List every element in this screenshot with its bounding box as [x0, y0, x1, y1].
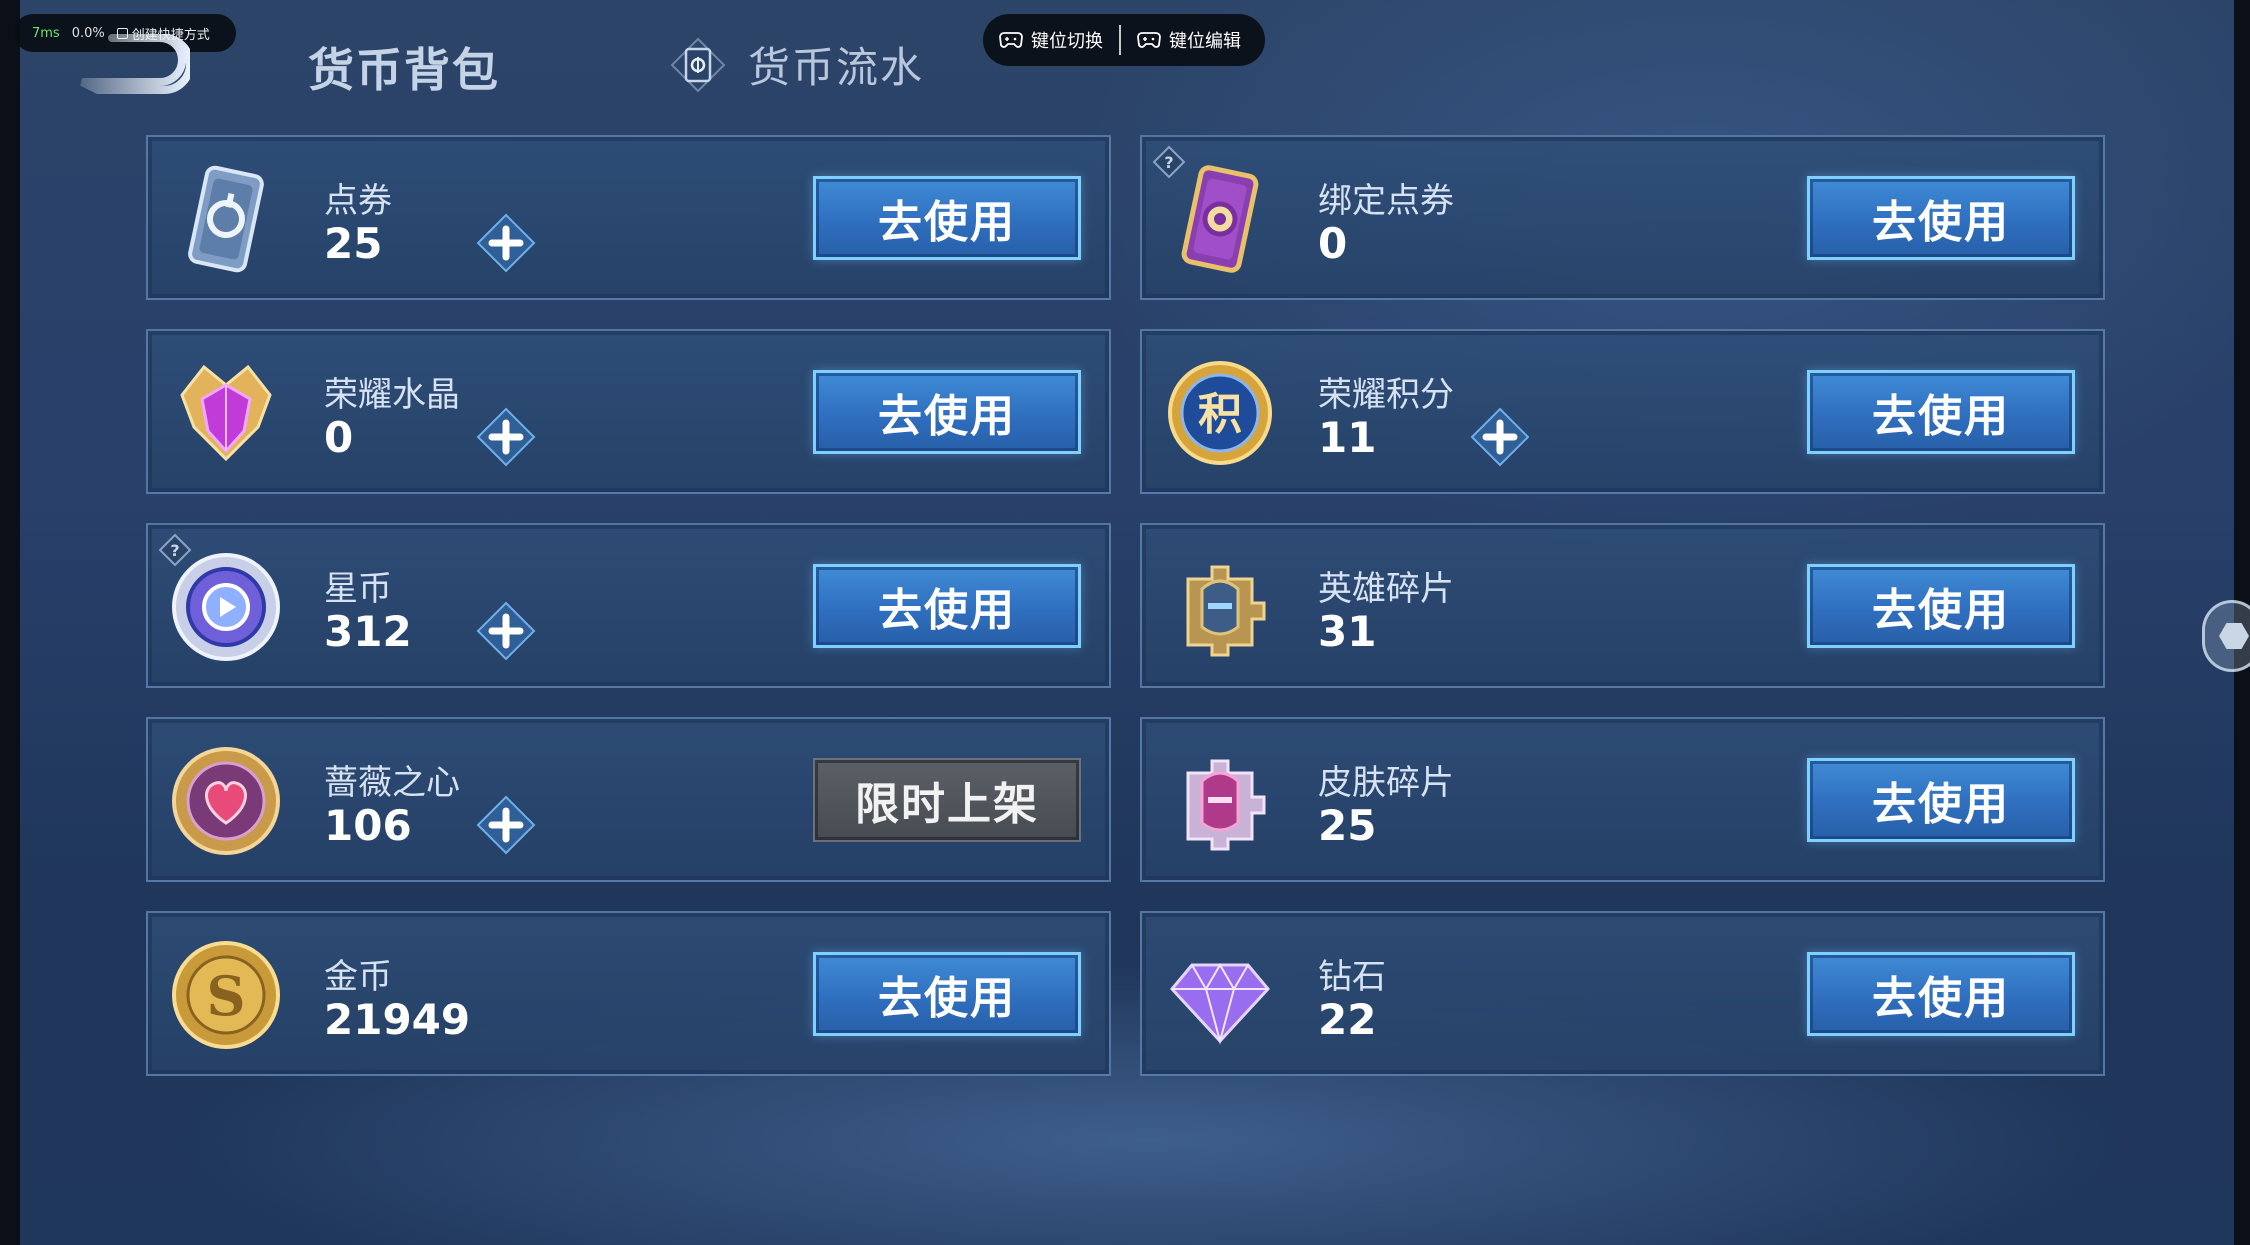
currency-card: 蔷薇之心 106 限时上架	[146, 717, 1111, 882]
currency-card: ? 绑定点券 0 去使用	[1140, 135, 2105, 300]
currency-value: 22	[1318, 995, 1377, 1044]
key-switch-button[interactable]: 键位切换	[983, 27, 1119, 53]
add-currency-button[interactable]	[476, 795, 536, 855]
hero-fragment-icon	[1162, 549, 1278, 665]
currency-name: 绑定点券	[1318, 181, 1454, 221]
currency-card: 钻石 22 去使用	[1140, 911, 2105, 1076]
coupon-card-icon	[168, 161, 284, 277]
currency-name: 点券	[324, 181, 392, 221]
currency-name: 荣耀积分	[1318, 375, 1454, 415]
use-button[interactable]: 去使用	[813, 564, 1081, 648]
left-black-edge	[0, 0, 20, 1245]
currency-card: 皮肤碎片 25 去使用	[1140, 717, 2105, 882]
rose-heart-icon	[168, 743, 284, 859]
back-button[interactable]	[72, 30, 194, 96]
currency-name: 蔷薇之心	[324, 763, 460, 803]
currency-value: 0	[324, 413, 354, 462]
latency-readout: 7ms	[32, 25, 60, 41]
add-currency-button[interactable]	[1470, 407, 1530, 467]
svg-text:S: S	[207, 964, 246, 1028]
currency-value: 11	[1318, 413, 1377, 462]
gamepad-edit-icon	[1137, 31, 1161, 49]
gamepad-icon	[999, 31, 1023, 49]
currency-card: ? 星币 312 去使用	[146, 523, 1111, 688]
flow-card-icon	[670, 37, 726, 92]
currency-value: 31	[1318, 607, 1377, 656]
key-edit-label: 键位编辑	[1169, 31, 1241, 52]
hexagon-icon	[2219, 623, 2249, 649]
back-arrow-icon	[80, 34, 194, 94]
key-mapping-toolbar: 键位切换 键位编辑	[983, 14, 1265, 66]
glory-crystal-icon	[168, 355, 284, 471]
use-button[interactable]: 去使用	[813, 370, 1081, 454]
currency-value: 106	[324, 801, 412, 850]
currency-name: 英雄碎片	[1318, 569, 1454, 609]
skin-fragment-icon	[1162, 743, 1278, 859]
currency-name: 钻石	[1318, 957, 1386, 997]
currency-value: 312	[324, 607, 412, 656]
glory-points-icon: 积	[1162, 355, 1278, 471]
gold-coin-icon: S	[168, 937, 284, 1053]
currency-card: 荣耀水晶 0 去使用	[146, 329, 1111, 494]
use-button[interactable]: 去使用	[1807, 758, 2075, 842]
side-floating-handle[interactable]	[2202, 600, 2250, 672]
use-button[interactable]: 去使用	[813, 952, 1081, 1036]
currency-name: 荣耀水晶	[324, 375, 460, 415]
bound-coupon-card-icon	[1162, 161, 1278, 277]
star-coin-icon	[168, 549, 284, 665]
use-button[interactable]: 去使用	[1807, 176, 2075, 260]
use-button[interactable]: 去使用	[1807, 370, 2075, 454]
diamond-icon	[1162, 937, 1278, 1053]
key-edit-button[interactable]: 键位编辑	[1121, 27, 1257, 53]
currency-value: 0	[1318, 219, 1348, 268]
svg-text:积: 积	[1198, 389, 1242, 440]
game-screen: 7ms 0.0% 创建快捷方式 键位切换 键位编辑 货币背包 货币流水 点券 2…	[0, 0, 2250, 1245]
use-button[interactable]: 去使用	[1807, 952, 2075, 1036]
use-button[interactable]: 去使用	[813, 176, 1081, 260]
limited-time-button[interactable]: 限时上架	[813, 758, 1081, 842]
add-currency-button[interactable]	[476, 213, 536, 273]
currency-card: 英雄碎片 31 去使用	[1140, 523, 2105, 688]
key-switch-label: 键位切换	[1031, 31, 1103, 52]
currency-name: 皮肤碎片	[1318, 763, 1454, 803]
currency-card: 点券 25 去使用	[146, 135, 1111, 300]
currency-name: 星币	[324, 569, 392, 609]
currency-card: S 金币 21949 去使用	[146, 911, 1111, 1076]
add-currency-button[interactable]	[476, 407, 536, 467]
use-button[interactable]: 去使用	[1807, 564, 2075, 648]
currency-name: 金币	[324, 957, 392, 997]
tab-currency-flow[interactable]: 货币流水	[668, 34, 924, 95]
add-currency-button[interactable]	[476, 601, 536, 661]
currency-card: 积 荣耀积分 11 去使用	[1140, 329, 2105, 494]
currency-value: 21949	[324, 995, 471, 1044]
tab-currency-flow-label: 货币流水	[748, 43, 925, 92]
page-title: 货币背包	[308, 43, 500, 97]
currency-value: 25	[324, 219, 383, 268]
currency-value: 25	[1318, 801, 1377, 850]
